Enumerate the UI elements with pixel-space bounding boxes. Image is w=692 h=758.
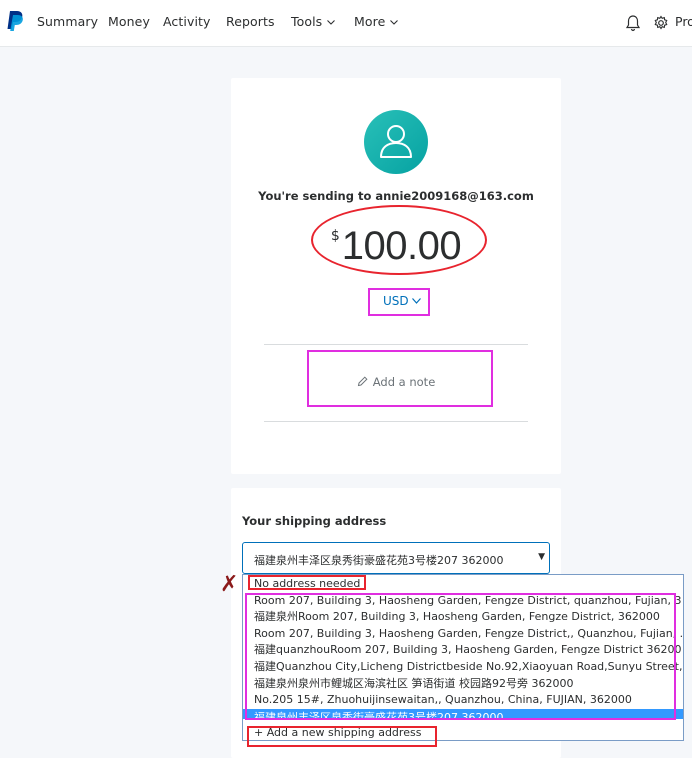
divider (264, 344, 528, 345)
shipping-address-dropdown: No address needed Room 207, Building 3, … (242, 574, 684, 741)
dropdown-option[interactable]: 福建泉州Room 207, Building 3, Haosheng Garde… (254, 609, 682, 625)
user-icon (380, 125, 412, 158)
dropdown-option[interactable]: 福建quanzhouRoom 207, Building 3, Haosheng… (254, 642, 682, 658)
nav-activity[interactable]: Activity (163, 14, 211, 29)
shipping-address-select[interactable]: 福建泉州丰泽区泉秀街豪盛花苑3号楼207 362000 ▼ (242, 542, 550, 574)
dropdown-option[interactable]: Room 207, Building 3, Haosheng Garden, F… (254, 626, 682, 642)
nav-summary[interactable]: Summary (37, 14, 98, 29)
paypal-logo[interactable] (6, 10, 24, 32)
chevron-down-icon (411, 298, 421, 304)
shipping-selected-value: 福建泉州丰泽区泉秀街豪盛花苑3号楼207 362000 (254, 554, 504, 567)
dropdown-option[interactable]: Room 207, Building 3, Haosheng Garden, F… (254, 593, 682, 609)
dropdown-option-selected[interactable]: 福建泉州丰泽区泉秀街豪盛花苑3号楼207 362000 (243, 709, 683, 719)
nav-more-label: More (354, 14, 386, 29)
nav-reports[interactable]: Reports (226, 14, 275, 29)
currency-code: USD (383, 294, 409, 308)
dropdown-option[interactable]: 福建Quanzhou City,Licheng Districtbeside N… (254, 659, 682, 675)
recipient-label: You're sending to annie2009168@163.com (258, 189, 534, 203)
amount-value[interactable]: 100.00 (342, 224, 462, 269)
currency-selector[interactable]: USD (383, 294, 421, 308)
divider (264, 421, 528, 422)
pencil-icon (357, 376, 368, 387)
shipping-title: Your shipping address (242, 514, 387, 528)
nav-tools[interactable]: Tools (291, 14, 336, 29)
nav-more[interactable]: More (354, 14, 399, 29)
nav-tools-label: Tools (291, 14, 323, 29)
cross-mark-icon: ✗ (220, 572, 239, 597)
bell-icon[interactable] (625, 14, 641, 32)
send-money-card: You're sending to annie2009168@163.com $… (231, 78, 561, 474)
dropdown-option[interactable]: No.205 15#, Zhuohuijinsewaitan,, Quanzho… (254, 692, 682, 708)
dropdown-option[interactable]: No address needed (254, 576, 682, 592)
nav-profile[interactable]: Pro (675, 14, 692, 29)
top-navigation: Summary Money Activity Reports Tools Mor… (0, 0, 692, 47)
dropdown-arrow-icon: ▼ (538, 552, 545, 562)
currency-symbol: $ (330, 228, 340, 244)
nav-money[interactable]: Money (108, 14, 150, 29)
chevron-down-icon (327, 20, 336, 25)
recipient-avatar (364, 110, 428, 174)
add-note-button[interactable]: Add a note (231, 375, 561, 389)
gear-icon[interactable] (653, 14, 669, 32)
add-shipping-address-button[interactable]: + Add a new shipping address (254, 725, 682, 741)
dropdown-option[interactable]: 福建泉州泉州市鲤城区海滨社区 笋语街道 校园路92号旁 362000 (254, 676, 682, 692)
chevron-down-icon (390, 20, 399, 25)
add-note-label: Add a note (372, 375, 436, 389)
amount-display[interactable]: $100.00 (231, 224, 561, 269)
